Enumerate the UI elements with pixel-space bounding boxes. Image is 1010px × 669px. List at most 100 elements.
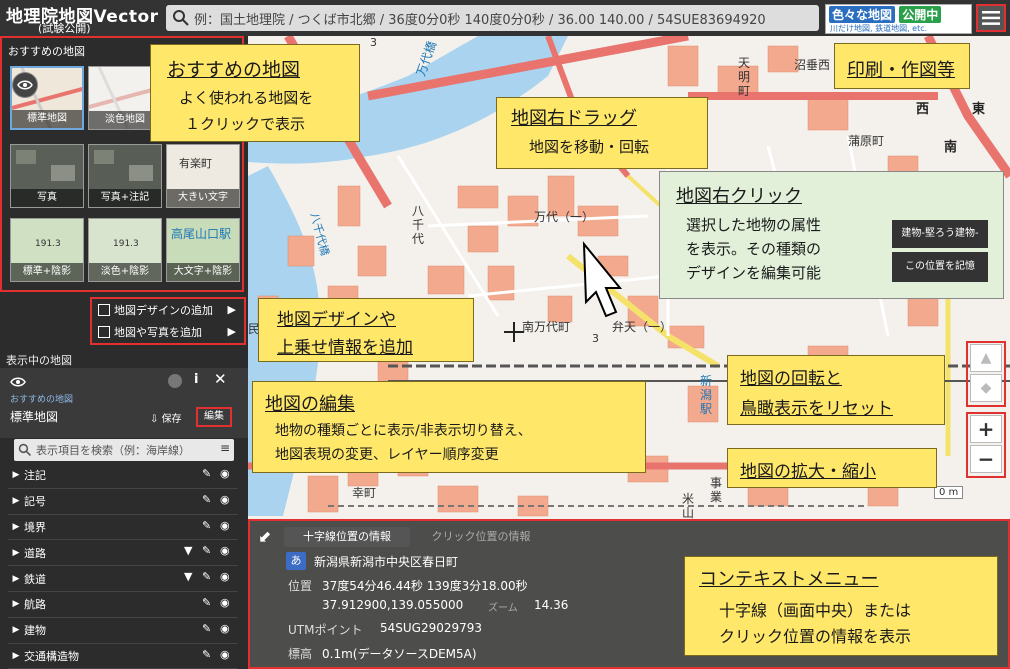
eye-icon[interactable]: ◉	[220, 493, 234, 507]
callout-context-title: コンテキストメニュー	[699, 569, 879, 590]
callout-add: 地図デザインや 上乗せ情報を追加	[258, 298, 474, 362]
chevron-right-icon[interactable]: ▶	[8, 574, 24, 584]
thumb-large-text-relief[interactable]: 高尾山口駅 大文字+陰影	[166, 218, 240, 282]
search-icon	[173, 10, 189, 26]
chevron-right-icon[interactable]: ▶	[8, 625, 24, 635]
eye-icon[interactable]: ◉	[220, 596, 234, 610]
thumb-photo-annotated[interactable]: 写真+注記	[88, 144, 162, 208]
callout-context-line1: 十字線（画面中央）または	[719, 601, 912, 620]
layer-row-route[interactable]: ▶ 航路 ✎ ◉	[8, 592, 238, 618]
utm-label: UTMポイント	[288, 623, 363, 637]
hamburger-icon	[982, 11, 1000, 25]
menu-add-photo[interactable]: 地図や写真を追加 ▶	[92, 321, 242, 343]
eye-icon[interactable]: ◉	[220, 467, 234, 481]
filter-icon[interactable]: ▼	[184, 570, 198, 584]
map-label-west: 西	[916, 102, 930, 117]
map-label-south: 南	[944, 140, 958, 155]
eye-icon[interactable]: ◉	[220, 519, 234, 533]
elevation-value: 0.1m(データソースDEM5A)	[322, 647, 477, 661]
layer-row-symbol[interactable]: ▶ 記号 ✎ ◉	[8, 489, 238, 515]
layer-list: ▶ 注記 ✎ ◉ ▶ 記号 ✎ ◉ ▶ 境界 ✎ ◉ ▶ 道路 ▼ ✎ ◉ ▶ 鉄道 ▼ ✎ ◉ ▶ 航路 ✎ ◉ ▶ 建…	[8, 463, 238, 669]
zoom-out-button[interactable]: −	[970, 445, 1002, 473]
colorful-maps-banner[interactable]: 色々な地図 公開中 川だけ地図, 鉄道地図, etc.	[825, 4, 972, 34]
pencil-icon[interactable]: ✎	[202, 519, 216, 533]
map-label-mandai1: 万代（一）	[534, 210, 595, 224]
pencil-icon[interactable]: ✎	[202, 467, 216, 481]
callout-context: コンテキストメニュー 十字線（画面中央）または クリック位置の情報を表示	[684, 556, 998, 656]
thumb-elev-sample: 191.3	[35, 239, 61, 249]
eye-icon[interactable]: ◉	[220, 622, 234, 636]
hamburger-menu-button[interactable]	[976, 4, 1006, 32]
chevron-right-icon[interactable]: ▶	[8, 522, 24, 532]
tab-click-info[interactable]: クリック位置の情報	[416, 527, 546, 547]
info-icon[interactable]: i	[194, 372, 198, 387]
map-label-yachiyo: 八千代	[412, 204, 425, 246]
thumb-standard-relief[interactable]: 191.3 標準+陰影	[10, 218, 84, 282]
layer-row-traffic-structure[interactable]: ▶ 交通構造物 ✎ ◉	[8, 644, 238, 669]
layer-row-boundary[interactable]: ▶ 境界 ✎ ◉	[8, 515, 238, 541]
save-label: 保存	[161, 414, 182, 425]
layer-row-building[interactable]: ▶ 建物 ✎ ◉	[8, 618, 238, 644]
list-menu-icon[interactable]: ≡	[220, 441, 230, 455]
chevron-right-icon[interactable]: ▶	[8, 548, 24, 558]
layer-row-road[interactable]: ▶ 道路 ▼ ✎ ◉	[8, 540, 238, 567]
map-label-saiwai: 幸町	[352, 486, 377, 500]
elevation-label: 標高	[288, 647, 313, 661]
map-label-numatare: 沼垂西	[794, 58, 831, 72]
chevron-right-icon[interactable]: ▶	[8, 470, 24, 480]
banner-text-b: 公開中	[899, 6, 942, 23]
pencil-icon[interactable]: ✎	[202, 648, 216, 662]
eye-icon[interactable]: ◉	[220, 648, 234, 662]
close-icon[interactable]: ✕	[214, 370, 227, 388]
callout-add-line1: 地図デザインや	[277, 310, 396, 330]
eye-icon[interactable]: ◉	[220, 570, 234, 584]
tab-crosshair-info[interactable]: 十字線位置の情報	[284, 527, 410, 547]
layer-filter-input[interactable]: 表示項目を検索（例：海岸線） ≡	[14, 439, 234, 461]
pencil-icon[interactable]: ✎	[202, 493, 216, 507]
callout-click-line3: デザインを編集可能	[686, 264, 822, 282]
move-icon[interactable]	[168, 374, 182, 388]
menu-add-design-label: 地図デザインの追加	[114, 304, 213, 317]
chevron-right-icon[interactable]: ▶	[8, 651, 24, 661]
callout-drag: 地図右ドラッグ 地図を移動・回転	[496, 97, 708, 169]
collapse-arrow-icon[interactable]: ⬋	[258, 527, 271, 546]
thumb-large-text[interactable]: 有楽町 大きい文字	[166, 144, 240, 208]
thumb-pale-relief[interactable]: 191.3 淡色+陰影	[88, 218, 162, 282]
search-input[interactable]: 例：国土地理院 / つくば市北郷 / 36度0分0秒 140度0分0秒 / 36…	[166, 5, 819, 31]
callout-click-line2: を表示。その種類の	[686, 240, 822, 258]
zoom-in-button[interactable]: +	[970, 415, 1002, 443]
chevron-right-icon[interactable]: ▶	[8, 496, 24, 506]
app-header: 地理院地図Vector (試験公開) 例：国土地理院 / つくば市北郷 / 36…	[0, 0, 1010, 36]
eye-icon[interactable]: ◉	[220, 544, 234, 558]
edit-button[interactable]: 編集	[196, 407, 232, 427]
layer-row-railway[interactable]: ▶ 鉄道 ▼ ✎ ◉	[8, 566, 238, 592]
current-maps-title: 表示中の地図	[6, 354, 72, 367]
map-label-num3b: 3	[592, 332, 599, 345]
callout-drag-line1: 地図を移動・回転	[529, 138, 650, 156]
chevron-right-icon[interactable]: ▶	[8, 599, 24, 609]
reset-pitch-button[interactable]: ◆	[970, 374, 1002, 402]
layer-label: 鉄道	[24, 572, 46, 586]
pencil-icon[interactable]: ✎	[202, 596, 216, 610]
pencil-icon[interactable]: ✎	[202, 544, 216, 558]
eye-icon[interactable]	[12, 72, 38, 98]
context-menu-remember[interactable]: この位置を記憶	[892, 252, 988, 282]
chevron-right-icon: ▶	[227, 325, 236, 338]
callout-edit-line1: 地物の種類ごとに表示/非表示切り替え、	[275, 423, 532, 439]
context-menu-building[interactable]: 建物-堅ろう建物-	[892, 220, 988, 248]
filter-icon[interactable]: ▼	[184, 544, 198, 558]
layer-row-annotation[interactable]: ▶ 注記 ✎ ◉	[8, 463, 238, 489]
menu-add-photo-label: 地図や写真を追加	[114, 326, 202, 339]
visibility-eye-icon[interactable]	[10, 376, 26, 388]
callout-recommended-line2: １クリックで表示	[185, 115, 306, 133]
pencil-icon[interactable]: ✎	[202, 622, 216, 636]
map-label-num3: 3	[370, 36, 377, 49]
reset-rotation-button[interactable]: ▲	[970, 344, 1002, 372]
zoom-label: ズーム	[488, 603, 518, 614]
thumb-photo[interactable]: 写真	[10, 144, 84, 208]
menu-add-design[interactable]: 地図デザインの追加 ▶	[92, 299, 242, 321]
current-map-source: おすすめの地図	[10, 395, 74, 405]
pencil-icon[interactable]: ✎	[202, 570, 216, 584]
callout-click-title: 地図右クリック	[676, 186, 802, 207]
save-button[interactable]: ⇩ 保存	[150, 410, 182, 425]
